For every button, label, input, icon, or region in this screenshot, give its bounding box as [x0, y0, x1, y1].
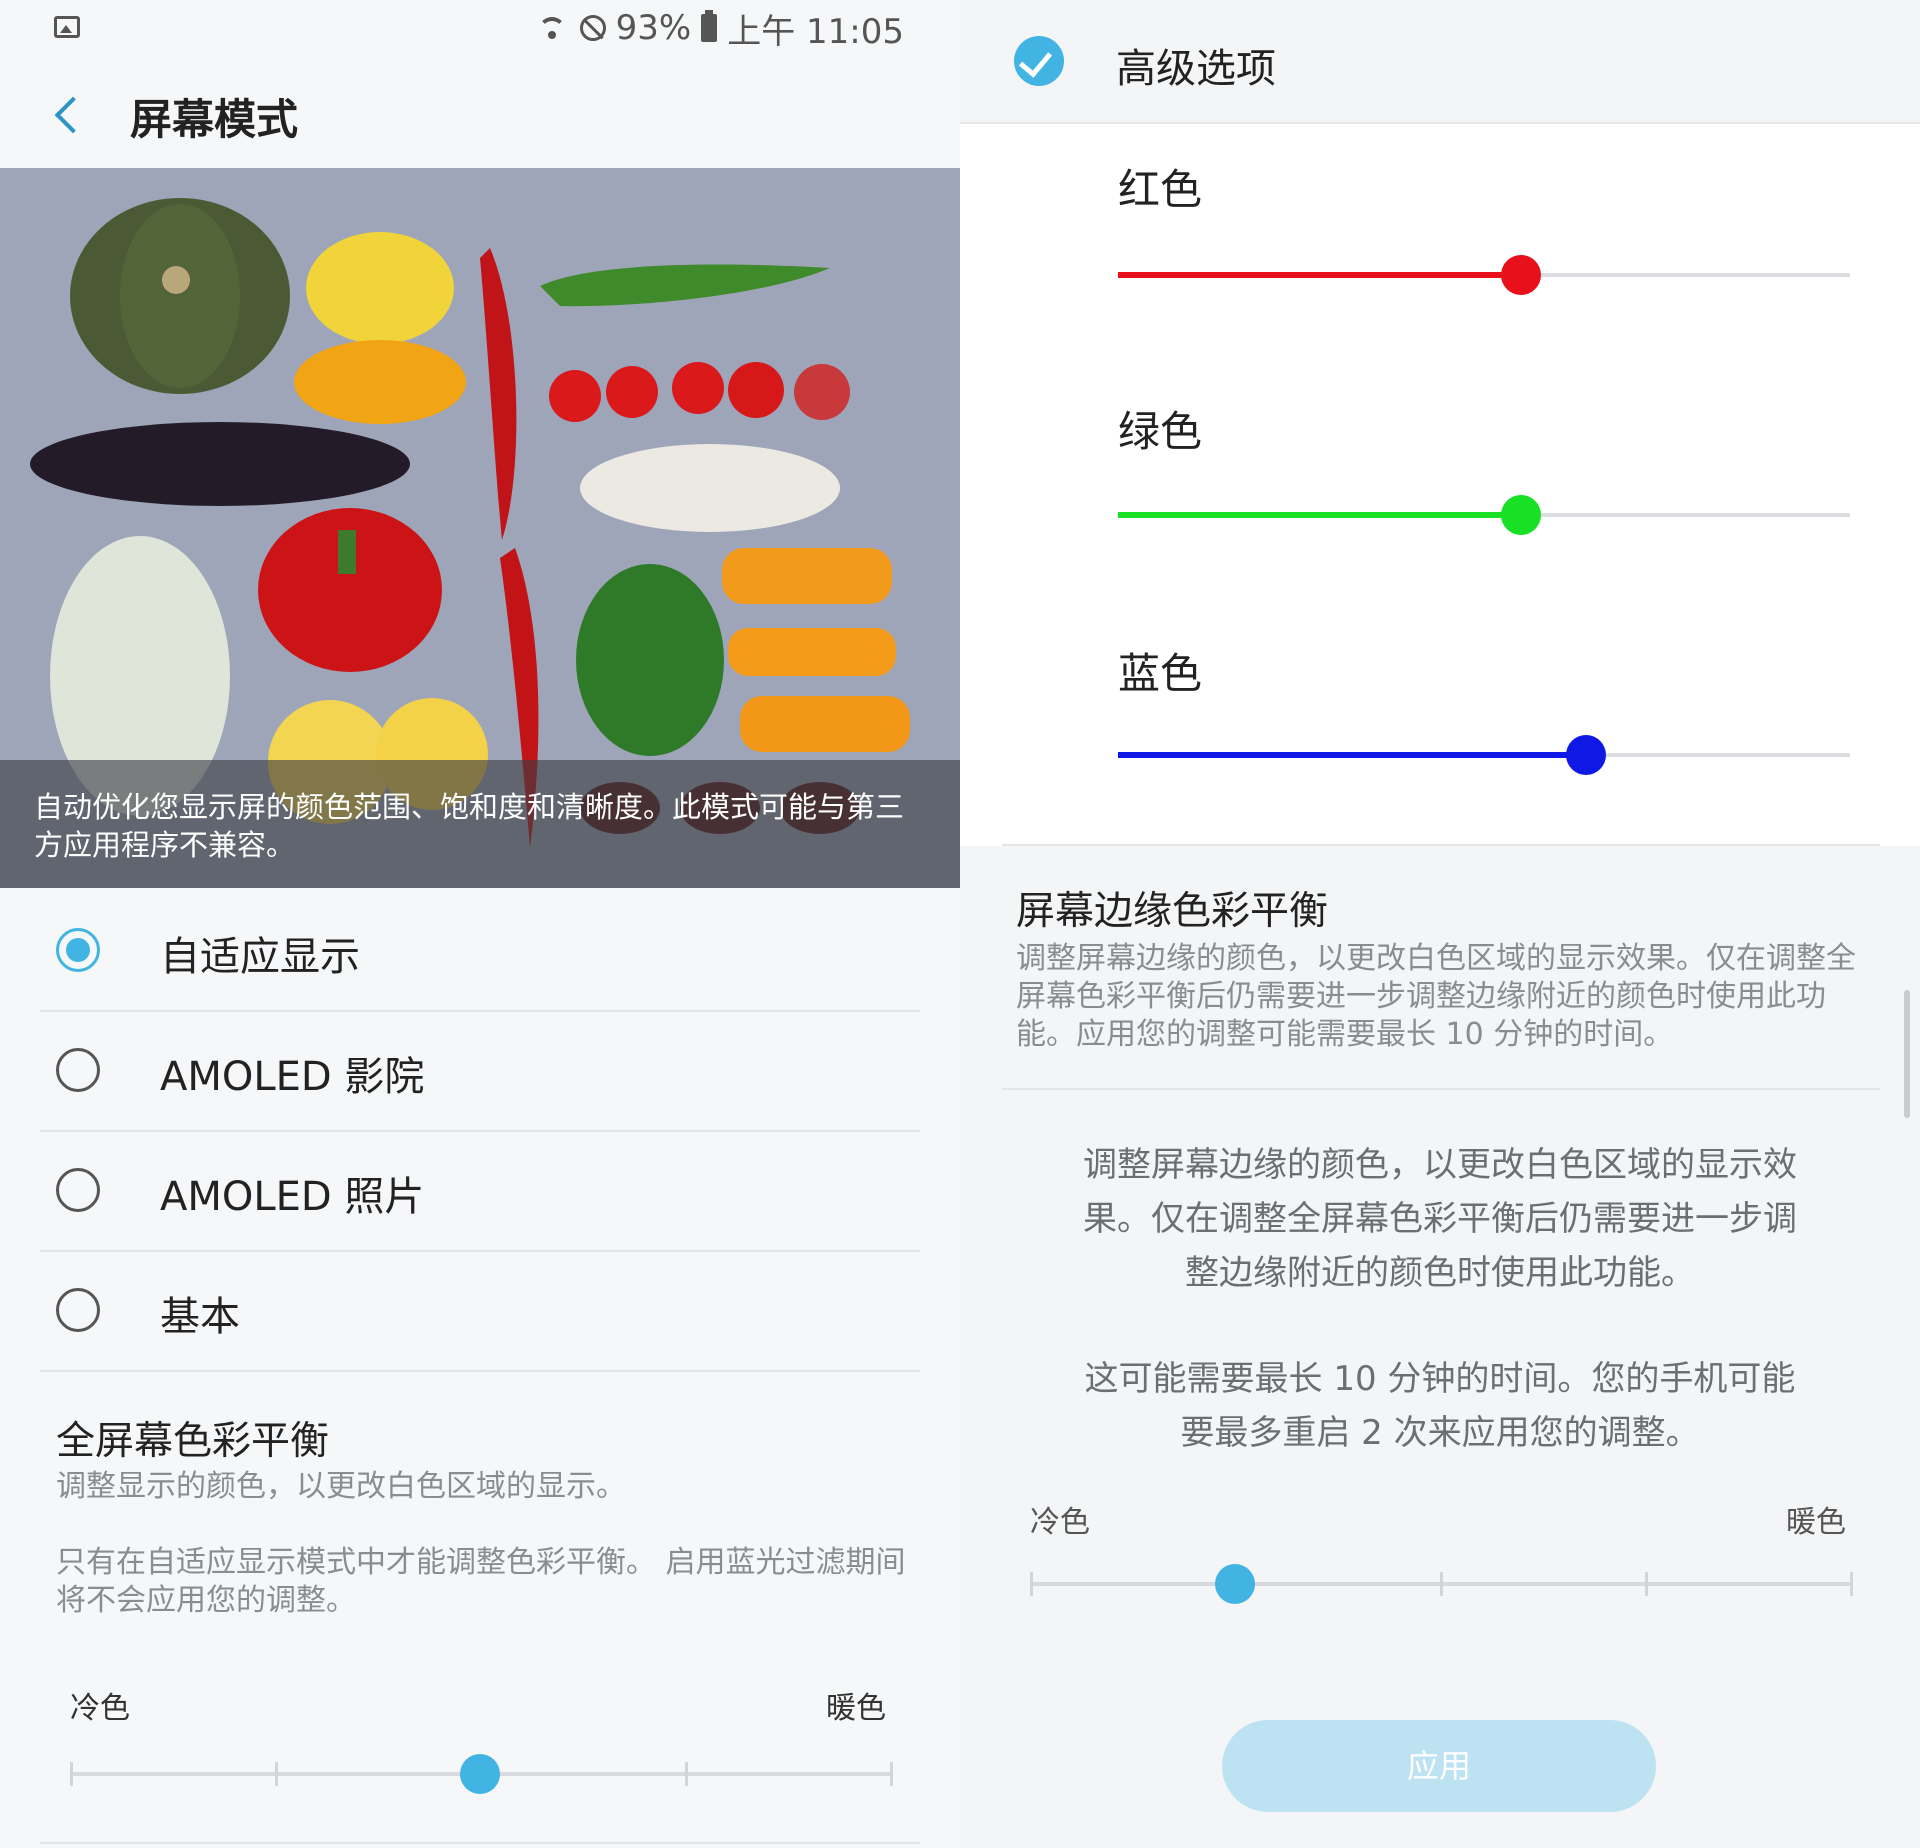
- scrollbar[interactable]: [1904, 990, 1910, 1118]
- slider-thumb[interactable]: [1215, 1564, 1255, 1604]
- edge-balance-description: 调整屏幕边缘的颜色，以更改白色区域的显示效果。仅在调整全屏幕色彩平衡后仍需要进一…: [1016, 941, 1856, 1052]
- page-title: 屏幕模式: [130, 95, 299, 144]
- mode-label: 基本: [160, 1294, 240, 1340]
- full-balance-note: 只有在自适应显示模式中才能调整色彩平衡。 启用蓝光过滤期间将不会应用您的调整。: [56, 1545, 906, 1618]
- divider: [1002, 844, 1880, 846]
- advanced-options-header[interactable]: 高级选项: [960, 0, 1920, 124]
- status-bar: 93% 上午 11:05: [0, 0, 960, 62]
- dialog-text-2: 这可能需要最长 10 分钟的时间。您的手机可能要最多重启 2 次来应用您的调整。: [1084, 1359, 1796, 1453]
- slider-tick: [1850, 1572, 1853, 1596]
- slider-tick: [1030, 1572, 1033, 1596]
- dialog-text-1: 调整屏幕边缘的颜色，以更改白色区域的显示效果。仅在调整全屏幕色彩平衡后仍需要进一…: [1083, 1145, 1797, 1293]
- green-slider[interactable]: [1118, 490, 1850, 540]
- mode-option-amoled-photo[interactable]: AMOLED 照片: [40, 1130, 920, 1252]
- mode-label: 自适应显示: [160, 934, 360, 980]
- slider-thumb[interactable]: [460, 1754, 500, 1794]
- radio-unchecked-icon[interactable]: [56, 1168, 100, 1212]
- full-balance-title: 全屏幕色彩平衡: [56, 1419, 330, 1464]
- divider: [1002, 1088, 1880, 1090]
- slider-fill: [1118, 752, 1587, 758]
- slider-tick: [70, 1762, 73, 1786]
- mode-option-basic[interactable]: 基本: [40, 1250, 920, 1372]
- divider: [40, 1842, 920, 1844]
- slider-tick: [685, 1762, 688, 1786]
- screen-mode-panel: 93% 上午 11:05 屏幕模式 自动优化您显示屏的颜色范围、饱和度和清晰度。…: [0, 0, 960, 1848]
- cool-label: 冷色: [1030, 1505, 1090, 1540]
- slider-thumb[interactable]: [1500, 495, 1541, 535]
- status-icons: 93% 上午 11:05: [536, 6, 904, 52]
- advanced-options-title: 高级选项: [1116, 46, 1276, 92]
- full-balance-slider[interactable]: [70, 1744, 893, 1804]
- back-arrow-icon[interactable]: [46, 90, 86, 140]
- slider-tick: [275, 1762, 278, 1786]
- slider-fill: [1118, 512, 1521, 518]
- mode-label: AMOLED 影院: [160, 1054, 425, 1100]
- app-bar: 屏幕模式: [0, 70, 960, 160]
- apply-button[interactable]: 应用: [1222, 1720, 1656, 1812]
- radio-unchecked-icon[interactable]: [56, 1048, 100, 1092]
- wifi-icon: [536, 13, 570, 43]
- battery-percent: 93%: [615, 8, 692, 48]
- warm-label: 暖色: [1786, 1505, 1846, 1540]
- warm-label: 暖色: [826, 1691, 886, 1726]
- full-balance-subtitle: 调整显示的颜色，以更改白色区域的显示。: [56, 1469, 626, 1504]
- edge-balance-title: 屏幕边缘色彩平衡: [1016, 889, 1329, 934]
- cool-label: 冷色: [70, 1691, 130, 1726]
- slider-tick: [890, 1762, 893, 1786]
- radio-unchecked-icon[interactable]: [56, 1288, 100, 1332]
- checkbox-checked-icon[interactable]: [1014, 36, 1064, 86]
- blue-slider[interactable]: [1118, 730, 1850, 780]
- clock: 上午 11:05: [727, 11, 904, 52]
- radio-checked-icon[interactable]: [56, 928, 100, 972]
- slider-thumb[interactable]: [1500, 255, 1541, 295]
- red-label: 红色: [1118, 165, 1203, 214]
- mode-option-amoled-cinema[interactable]: AMOLED 影院: [40, 1010, 920, 1132]
- green-label: 绿色: [1118, 407, 1203, 456]
- mode-label: AMOLED 照片: [160, 1174, 425, 1220]
- blue-label: 蓝色: [1118, 649, 1203, 698]
- slider-tick: [1440, 1572, 1443, 1596]
- red-slider[interactable]: [1118, 250, 1850, 300]
- preview-image: 自动优化您显示屏的颜色范围、饱和度和清晰度。此模式可能与第三方应用程序不兼容。: [0, 168, 960, 888]
- mode-option-adaptive[interactable]: 自适应显示: [40, 890, 920, 1012]
- edge-balance-slider[interactable]: [1030, 1554, 1853, 1614]
- battery-icon: [701, 10, 718, 42]
- do-not-disturb-icon: [579, 15, 606, 41]
- slider-fill: [1118, 272, 1521, 278]
- gallery-icon: [54, 16, 80, 38]
- slider-thumb[interactable]: [1566, 735, 1607, 775]
- slider-tick: [1645, 1572, 1648, 1596]
- preview-caption: 自动优化您显示屏的颜色范围、饱和度和清晰度。此模式可能与第三方应用程序不兼容。: [0, 760, 960, 888]
